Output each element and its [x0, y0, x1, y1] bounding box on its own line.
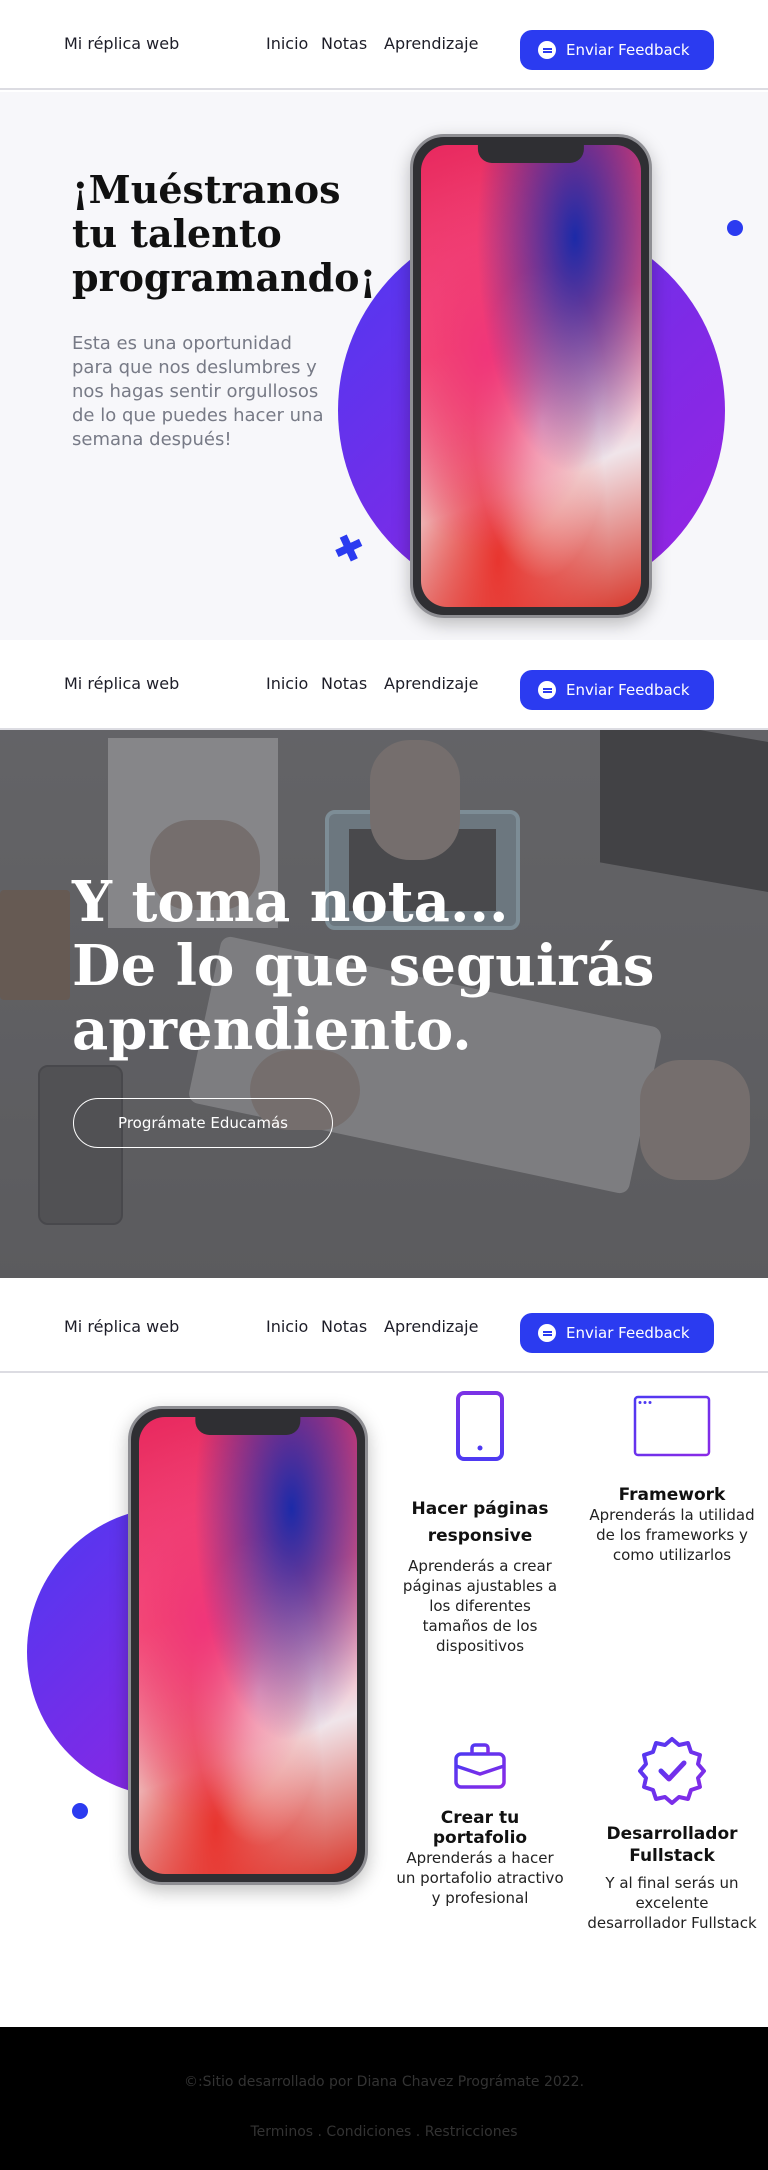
- verified-badge-icon: [638, 1737, 706, 1805]
- brand-logo-text[interactable]: Mi réplica web: [64, 1317, 179, 1336]
- notes-title-line2: De lo que seguirás aprendiento.: [72, 933, 655, 1063]
- hero-description: Esta es una oportunidad para que nos des…: [72, 333, 324, 450]
- features-section: Hacer páginas responsive Aprenderás a cr…: [0, 1375, 768, 2025]
- feature-card-fullstack: Desarrollador Fullstack Y al final serás…: [587, 1735, 757, 1933]
- feature-title: Desarrollador Fullstack: [606, 1824, 738, 1866]
- footer-links: Terminos . Condiciones . Restricciones: [0, 2124, 768, 2140]
- navbar-top: Mi réplica web Inicio Notas Aprendizaje …: [0, 0, 768, 90]
- phone-mockup-image: [128, 1406, 368, 1885]
- feature-title: Crear tu portafolio: [432, 1808, 528, 1848]
- briefcase-icon: [454, 1743, 506, 1789]
- feature-card-responsive: Hacer páginas responsive Aprenderás a cr…: [395, 1390, 565, 1656]
- feedback-button-label: Enviar Feedback: [566, 1324, 690, 1342]
- notes-title-line1: Y toma nota...: [72, 869, 509, 935]
- feature-description: Aprenderás a hacer un portafolio atracti…: [396, 1849, 564, 1907]
- decorative-cross-icon: ✖: [327, 525, 370, 574]
- navbar-bottom: Mi réplica web Inicio Notas Aprendizaje …: [0, 1283, 768, 1373]
- feature-description: Aprenderás a crear páginas ajustables a …: [402, 1557, 558, 1655]
- feature-description: Aprenderás la utilidad de los frameworks…: [589, 1506, 755, 1564]
- feedback-button[interactable]: Enviar Feedback: [520, 670, 714, 710]
- brand-logo-text[interactable]: Mi réplica web: [64, 34, 179, 53]
- footer-separator: .: [313, 2124, 327, 2140]
- phone-mockup-image: [410, 134, 652, 618]
- footer-link-terminos[interactable]: Terminos: [251, 2124, 314, 2140]
- feature-title: Framework: [618, 1485, 726, 1505]
- brand-logo-text[interactable]: Mi réplica web: [64, 674, 179, 693]
- feedback-button[interactable]: Enviar Feedback: [520, 1313, 714, 1353]
- footer-credit: ©:Sitio desarrollado por Diana Chavez Pr…: [183, 2074, 585, 2090]
- chat-bubble-icon: [538, 681, 556, 699]
- nav-link-aprendizaje[interactable]: Aprendizaje: [384, 674, 478, 693]
- feedback-button-label: Enviar Feedback: [566, 681, 690, 699]
- navbar-middle: Mi réplica web Inicio Notas Aprendizaje …: [0, 640, 768, 730]
- hero-section: ¡Muéstranos tu talento programando¡ Esta…: [0, 92, 768, 640]
- nav-link-aprendizaje[interactable]: Aprendizaje: [384, 1317, 478, 1336]
- decorative-dot: [72, 1803, 88, 1819]
- chat-bubble-icon: [538, 41, 556, 59]
- feature-description: Y al final serás un excelente desarrolla…: [587, 1874, 757, 1932]
- feature-card-portafolio: Crear tu portafolio Aprenderás a hacer u…: [395, 1742, 565, 1908]
- programate-button[interactable]: Prográmate Educamás: [73, 1098, 333, 1148]
- nav-link-inicio[interactable]: Inicio: [266, 34, 308, 53]
- footer-link-condiciones[interactable]: Condiciones: [326, 2124, 411, 2140]
- browser-window-icon: [633, 1395, 711, 1457]
- footer: ©:Sitio desarrollado por Diana Chavez Pr…: [0, 2027, 768, 2170]
- chat-bubble-icon: [538, 1324, 556, 1342]
- feature-card-framework: Framework Aprenderás la utilidad de los …: [587, 1395, 757, 1565]
- nav-link-notas[interactable]: Notas: [321, 674, 367, 693]
- footer-link-restricciones[interactable]: Restricciones: [425, 2124, 518, 2140]
- nav-link-notas[interactable]: Notas: [321, 34, 367, 53]
- feedback-button[interactable]: Enviar Feedback: [520, 30, 714, 70]
- feature-title: Hacer páginas responsive: [411, 1499, 549, 1546]
- nav-link-notas[interactable]: Notas: [321, 1317, 367, 1336]
- nav-link-aprendizaje[interactable]: Aprendizaje: [384, 34, 478, 53]
- nav-link-inicio[interactable]: Inicio: [266, 1317, 308, 1336]
- footer-separator: .: [411, 2124, 425, 2140]
- smartphone-icon: [456, 1391, 504, 1461]
- feedback-button-label: Enviar Feedback: [566, 41, 690, 59]
- notes-banner-title: Y toma nota... De lo que seguirás aprend…: [72, 870, 722, 1062]
- notes-banner-section: Y toma nota... De lo que seguirás aprend…: [0, 730, 768, 1278]
- decorative-dot: [727, 220, 743, 236]
- nav-link-inicio[interactable]: Inicio: [266, 674, 308, 693]
- hero-title: ¡Muéstranos tu talento programando¡: [72, 167, 377, 300]
